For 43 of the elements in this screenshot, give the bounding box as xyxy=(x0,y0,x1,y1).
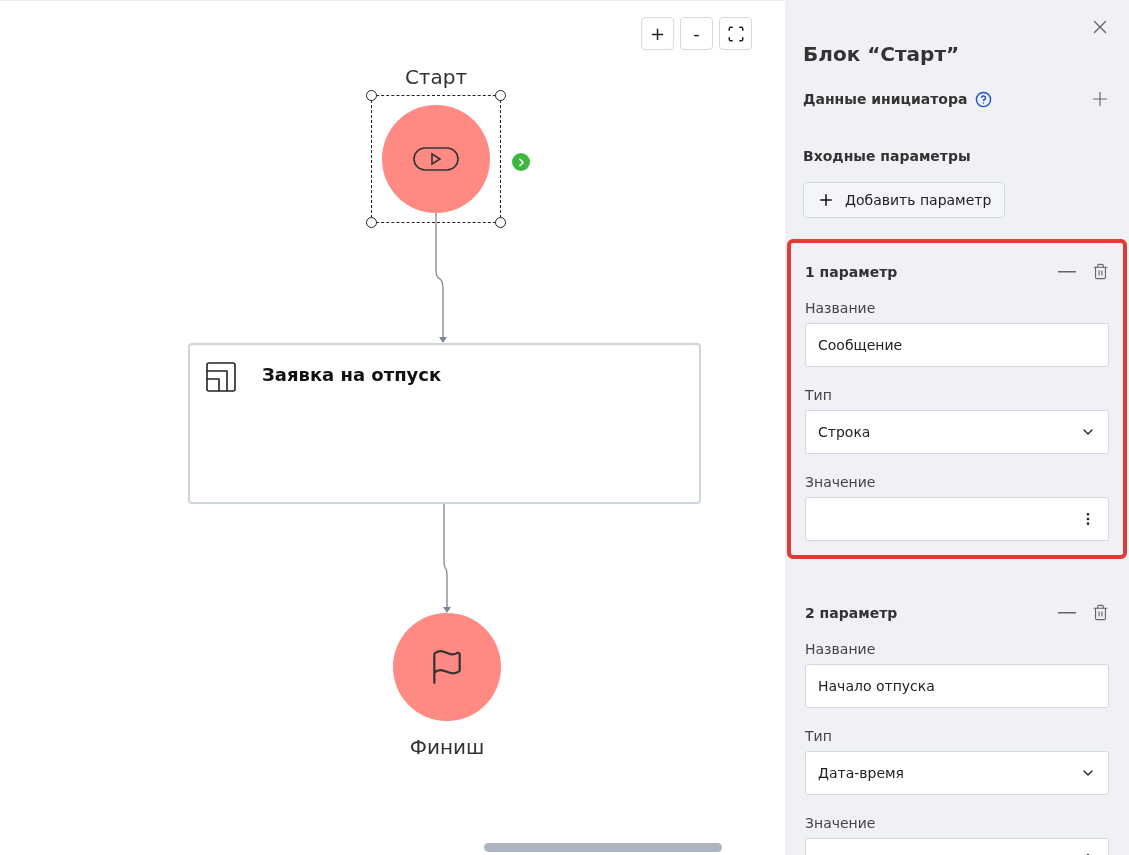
parameter-title: 1 параметр xyxy=(805,263,899,280)
section-title: Входные параметры xyxy=(803,148,972,164)
field-label: Тип xyxy=(805,387,833,403)
select-field[interactable]: Строка xyxy=(805,410,1109,454)
field-label: Название xyxy=(805,641,877,657)
task-node[interactable]: Заявка на отпуск xyxy=(188,343,701,504)
collapse-button[interactable] xyxy=(1058,270,1076,273)
input-field[interactable] xyxy=(805,497,1109,541)
node-label: Финиш xyxy=(409,735,485,759)
minus-icon xyxy=(1058,270,1076,273)
delete-button[interactable] xyxy=(1092,604,1109,621)
node-title: Заявка на отпуск xyxy=(262,364,442,385)
plus-icon xyxy=(817,191,835,209)
add-parameter-button[interactable]: Добавить параметр xyxy=(803,182,1006,218)
connect-handle[interactable] xyxy=(512,153,530,171)
delete-button[interactable] xyxy=(1092,263,1109,280)
zoom-button[interactable]: + xyxy=(641,17,674,50)
field-label: Тип xyxy=(805,728,833,744)
field-label: Значение xyxy=(805,474,877,490)
zoom-button[interactable]: - xyxy=(680,17,713,50)
fullscreen-icon xyxy=(726,24,745,43)
panel-title: Блок “Старт” xyxy=(803,42,961,66)
parameter-title: 2 параметр xyxy=(805,604,899,621)
section-title: Данные инициатора xyxy=(803,91,968,107)
help-icon[interactable] xyxy=(975,90,993,108)
trash-icon xyxy=(1092,263,1109,280)
collapse-button[interactable] xyxy=(1058,611,1076,614)
node-label: Старт xyxy=(404,65,468,89)
select-field[interactable]: Дата-время xyxy=(805,751,1109,795)
input-field[interactable]: Сообщение xyxy=(805,323,1109,367)
resize-handle[interactable] xyxy=(366,217,377,228)
resize-handle[interactable] xyxy=(495,217,506,228)
minus-icon xyxy=(1058,611,1076,614)
field-label: Название xyxy=(805,300,877,316)
resize-handle[interactable] xyxy=(366,90,377,101)
fullscreen-button[interactable] xyxy=(719,17,752,50)
layers-icon xyxy=(206,362,236,392)
scrollbar[interactable] xyxy=(484,843,722,852)
field-label: Значение xyxy=(805,815,877,831)
input-field[interactable]: Начало отпуска xyxy=(805,664,1109,708)
resize-handle[interactable] xyxy=(495,90,506,101)
trash-icon xyxy=(1092,604,1109,621)
play-icon xyxy=(413,147,459,171)
